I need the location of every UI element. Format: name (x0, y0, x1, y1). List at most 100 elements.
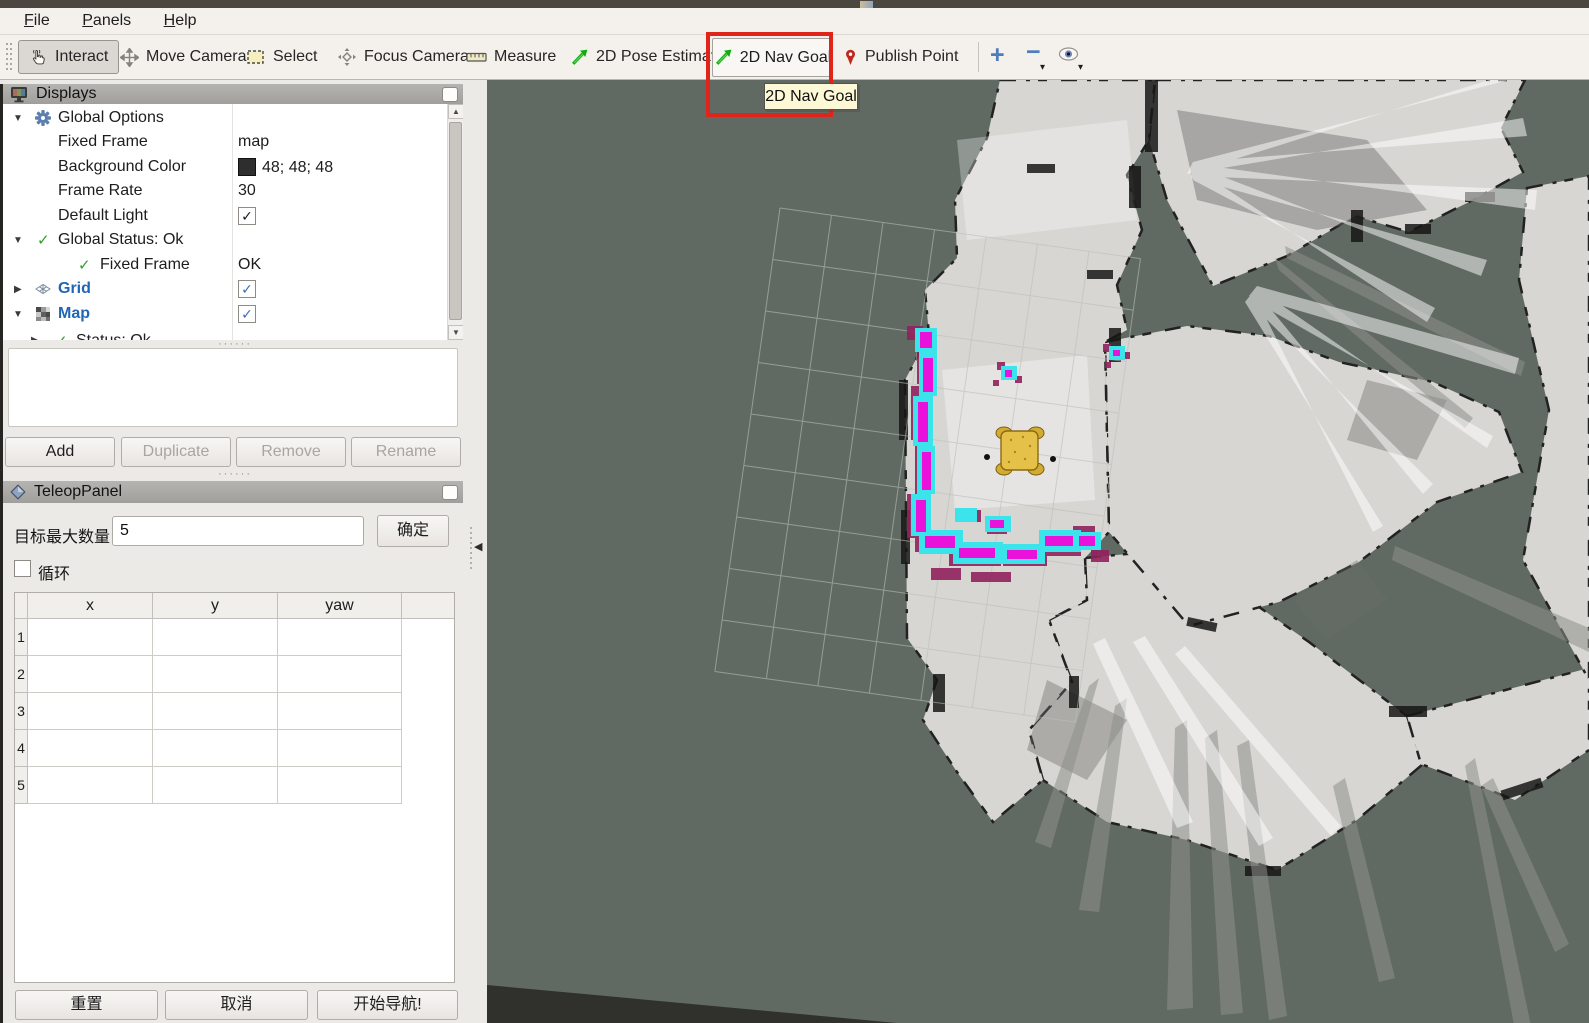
expand-arrow-icon[interactable]: ▼ (13, 309, 23, 320)
reset-button[interactable]: 重置 (15, 990, 158, 1020)
row-header-3[interactable]: 3 (15, 693, 28, 730)
map-checkbox[interactable]: ✓ (238, 305, 256, 323)
max-goals-input[interactable] (112, 516, 364, 546)
row-header-1[interactable]: 1 (15, 619, 28, 656)
tree-scrollbar[interactable]: ▲ ▼ (447, 104, 463, 340)
green-arrow-icon (570, 48, 589, 67)
row-label: Global Status: Ok (58, 231, 183, 249)
frame-rate-value[interactable]: 30 (238, 182, 256, 200)
tool-move-camera-label: Move Camera (146, 48, 246, 66)
row-label: Background Color (58, 158, 186, 176)
cancel-button[interactable]: 取消 (165, 990, 308, 1020)
max-goals-label: 目标最大数量 (14, 523, 110, 547)
tool-focus-camera-label: Focus Camera (364, 48, 469, 66)
cell-x-2[interactable] (28, 656, 153, 693)
duplicate-display-button[interactable]: Duplicate (121, 437, 231, 467)
cell-y-5[interactable] (153, 767, 278, 804)
scroll-up-icon[interactable]: ▲ (448, 104, 463, 119)
background-color-value[interactable]: 48; 48; 48 (238, 158, 333, 177)
expand-arrow-icon[interactable]: ▼ (13, 113, 23, 124)
scrollbar-thumb[interactable] (449, 122, 462, 320)
panel-splitter[interactable] (469, 527, 473, 571)
3d-viewport[interactable] (487, 80, 1589, 1023)
display-row-map[interactable]: ▼ Map ✓ (3, 303, 447, 328)
cell-y-4[interactable] (153, 730, 278, 767)
expand-arrow-icon[interactable]: ▶ (31, 335, 39, 340)
tool-2d-pose-estimate[interactable]: 2D Pose Estimate (570, 40, 724, 74)
splitter-dots[interactable]: ······ (218, 468, 252, 480)
loop-label: 循环 (38, 560, 70, 584)
tool-measure[interactable]: Measure (466, 40, 556, 74)
column-header-x[interactable]: x (28, 593, 153, 619)
display-row-default-light[interactable]: Default Light ✓ (3, 205, 447, 230)
select-box-icon (246, 49, 266, 66)
display-row-global-options[interactable]: ▼ Global Options (3, 107, 447, 132)
display-row-grid[interactable]: ▶ Grid ✓ (3, 278, 447, 303)
toolbar-drag-handle[interactable] (6, 43, 12, 72)
menu-panels[interactable]: Panels (68, 8, 145, 34)
display-row-frame-rate[interactable]: Frame Rate 30 (3, 180, 447, 205)
move-icon (120, 48, 139, 67)
cell-yaw-5[interactable] (278, 767, 402, 804)
eye-dropdown-icon[interactable]: ▾ (1078, 62, 1083, 73)
displays-panel-checkbox[interactable] (442, 87, 458, 102)
row-label: Map (58, 305, 90, 323)
tool-select[interactable]: Select (246, 40, 317, 74)
column-header-y[interactable]: y (153, 593, 278, 619)
cell-yaw-4[interactable] (278, 730, 402, 767)
row-header-5[interactable]: 5 (15, 767, 28, 804)
teleop-panel-header[interactable]: TeleopPanel (3, 481, 463, 503)
tool-focus-camera[interactable]: Focus Camera (337, 40, 469, 74)
add-display-button[interactable]: Add (5, 437, 115, 467)
menu-file[interactable]: File (10, 8, 64, 34)
panel-diamond-icon (10, 484, 26, 500)
cell-x-3[interactable] (28, 693, 153, 730)
start-navigation-button[interactable]: 开始导航! (317, 990, 458, 1020)
zoom-in-icon[interactable]: + (990, 41, 1005, 70)
zoom-out-icon[interactable]: − (1026, 38, 1041, 67)
teleop-panel-checkbox[interactable] (442, 485, 458, 500)
cell-y-2[interactable] (153, 656, 278, 693)
grid-checkbox[interactable]: ✓ (238, 280, 256, 298)
grid-display-icon (34, 282, 52, 296)
expand-arrow-icon[interactable]: ▼ (13, 235, 23, 246)
cell-yaw-1[interactable] (278, 619, 402, 656)
window-icon (860, 1, 873, 8)
cell-x-1[interactable] (28, 619, 153, 656)
row-header-2[interactable]: 2 (15, 656, 28, 693)
column-header-yaw[interactable]: yaw (278, 593, 402, 619)
fixed-frame-value[interactable]: map (238, 133, 269, 151)
tool-move-camera[interactable]: Move Camera (120, 40, 246, 74)
teleop-panel-title: TeleopPanel (34, 483, 122, 501)
display-row-fixed-frame-status[interactable]: ✓ Fixed Frame OK (3, 254, 447, 279)
cell-x-4[interactable] (28, 730, 153, 767)
loop-checkbox[interactable] (14, 560, 31, 577)
zoom-out-dropdown-icon[interactable]: ▾ (1040, 62, 1045, 73)
cell-y-1[interactable] (153, 619, 278, 656)
row-label: Status: Ok (76, 332, 151, 340)
row-header-4[interactable]: 4 (15, 730, 28, 767)
rename-display-button[interactable]: Rename (351, 437, 461, 467)
default-light-checkbox[interactable]: ✓ (238, 207, 256, 225)
row-label: Global Options (58, 109, 164, 127)
tool-publish-point[interactable]: Publish Point (843, 40, 958, 74)
confirm-button[interactable]: 确定 (377, 515, 449, 547)
menu-help[interactable]: Help (150, 8, 211, 34)
display-row-background-color[interactable]: Background Color 48; 48; 48 (3, 156, 447, 181)
remove-display-button[interactable]: Remove (236, 437, 346, 467)
displays-panel-header[interactable]: Displays (3, 84, 463, 104)
table-header-filler (402, 593, 454, 619)
collapse-panel-icon[interactable]: ◀ (474, 540, 482, 553)
scroll-down-icon[interactable]: ▼ (448, 325, 463, 340)
tool-interact[interactable]: Interact (18, 40, 119, 74)
tool-2d-pose-estimate-label: 2D Pose Estimate (596, 48, 724, 66)
expand-arrow-icon[interactable]: ▶ (14, 284, 22, 295)
cell-x-5[interactable] (28, 767, 153, 804)
cell-y-3[interactable] (153, 693, 278, 730)
display-row-global-status[interactable]: ▼ ✓ Global Status: Ok (3, 229, 447, 254)
cell-yaw-2[interactable] (278, 656, 402, 693)
display-row-fixed-frame[interactable]: Fixed Frame map (3, 131, 447, 156)
table-corner-cell (15, 593, 28, 619)
cell-yaw-3[interactable] (278, 693, 402, 730)
camera-view-eye-icon[interactable] (1058, 47, 1079, 61)
